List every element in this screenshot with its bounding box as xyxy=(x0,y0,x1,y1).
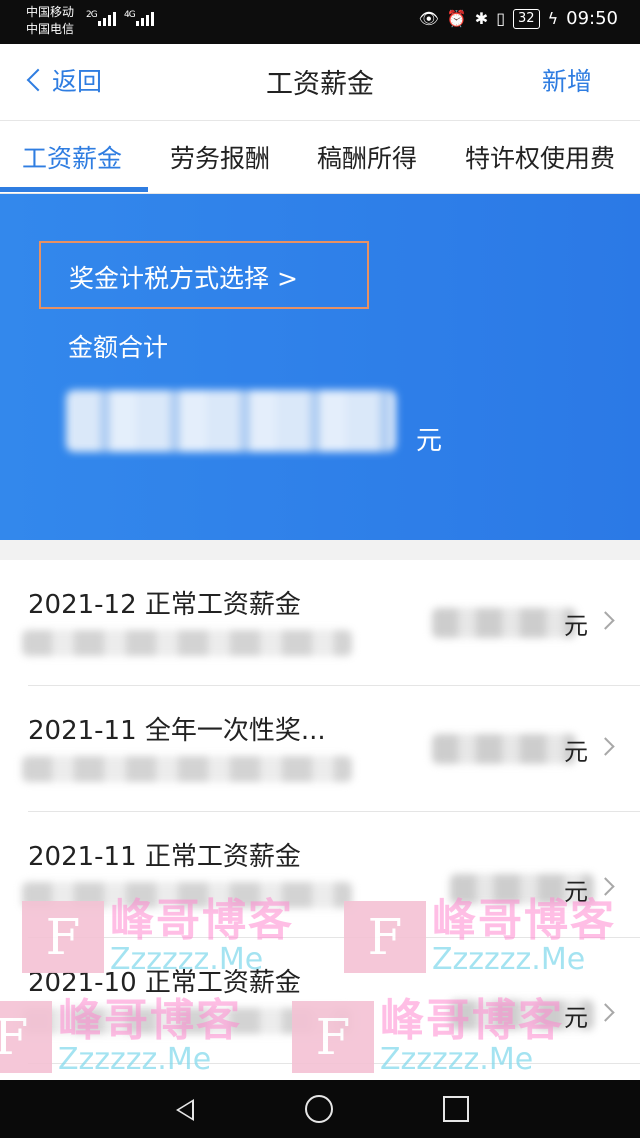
signal-type-2: 4G xyxy=(124,10,136,20)
list-item[interactable]: 2021-12 正常工资薪金 元 xyxy=(0,560,640,686)
record-title: 2021-12 正常工资薪金 xyxy=(28,590,301,620)
record-unit: 元 xyxy=(564,878,588,906)
tab-author-remuneration[interactable]: 稿酬所得 xyxy=(317,139,417,175)
record-title: 2021-11 正常工资薪金 xyxy=(28,842,301,872)
nav-home-icon[interactable] xyxy=(305,1095,333,1123)
status-icons: 👁 ⏰ ✱ ▯ 32 ϟ 09:50 xyxy=(419,8,618,29)
record-subtitle-redacted xyxy=(22,1008,352,1034)
active-tab-indicator xyxy=(0,187,148,192)
bluetooth-icon: ✱ xyxy=(474,9,489,28)
record-amount-redacted xyxy=(432,608,576,638)
bonus-tax-method-label: 奖金计税方式选择 > xyxy=(69,264,298,293)
record-subtitle-redacted xyxy=(22,882,352,908)
income-record-list: 2021-12 正常工资薪金 元 2021-11 全年一次性奖... 元 202… xyxy=(0,560,640,1080)
signal-icon xyxy=(98,12,116,26)
system-nav-bar xyxy=(0,1080,640,1138)
nav-recent-apps-icon[interactable] xyxy=(443,1096,469,1122)
chevron-right-icon xyxy=(596,877,615,896)
list-item[interactable]: 2021-11 正常工资薪金 元 xyxy=(0,812,640,938)
charging-icon: ϟ xyxy=(547,9,559,28)
carrier-1: 中国移动 xyxy=(26,5,75,19)
top-nav-bar: 返回 工资薪金 新增 xyxy=(0,44,640,120)
tab-royalties[interactable]: 特许权使用费 xyxy=(465,139,615,175)
chevron-right-icon xyxy=(596,611,615,630)
record-title: 2021-10 正常工资薪金 xyxy=(28,968,301,998)
amount-total-value-redacted xyxy=(66,390,396,452)
signal-type-1: 2G xyxy=(86,10,98,20)
alarm-icon: ⏰ xyxy=(446,9,467,28)
list-item[interactable]: 2021-11 全年一次性奖... 元 xyxy=(0,686,640,812)
list-item[interactable]: 2021-10 正常工资薪金 元 xyxy=(0,938,640,1064)
record-unit: 元 xyxy=(564,738,588,766)
amount-total-label: 金额合计 xyxy=(68,333,169,362)
income-type-tabs: 工资薪金 劳务报酬 稿酬所得 特许权使用费 xyxy=(0,120,640,194)
carrier-info: 中国移动 中国电信 xyxy=(26,4,74,38)
nav-back-icon[interactable] xyxy=(176,1099,194,1121)
bonus-tax-method-link[interactable]: 奖金计税方式选择 > xyxy=(39,241,369,309)
record-unit: 元 xyxy=(564,612,588,640)
chevron-right-icon xyxy=(596,737,615,756)
record-unit: 元 xyxy=(564,1004,588,1032)
record-subtitle-redacted xyxy=(22,630,352,656)
add-button[interactable]: 新增 xyxy=(542,62,592,98)
divider xyxy=(28,1063,640,1064)
summary-banner: 奖金计税方式选择 > 金额合计 元 xyxy=(0,194,640,540)
eye-icon: 👁 xyxy=(418,9,439,28)
chevron-right-icon xyxy=(596,1003,615,1022)
signal-icon-2 xyxy=(136,12,154,26)
clock: 09:50 xyxy=(566,8,618,29)
record-subtitle-redacted xyxy=(22,756,352,782)
vibrate-icon: ▯ xyxy=(496,9,506,28)
battery-icon: 32 xyxy=(513,8,540,29)
carrier-2: 中国电信 xyxy=(26,22,75,36)
record-title: 2021-11 全年一次性奖... xyxy=(28,716,326,746)
tab-labor-remuneration[interactable]: 劳务报酬 xyxy=(170,139,270,175)
tab-salary[interactable]: 工资薪金 xyxy=(22,139,122,175)
amount-unit: 元 xyxy=(416,426,443,456)
record-amount-redacted xyxy=(432,734,576,764)
status-bar: 中国移动 中国电信 2G 4G 👁 ⏰ ✱ ▯ 32 ϟ 09:50 xyxy=(0,0,640,44)
